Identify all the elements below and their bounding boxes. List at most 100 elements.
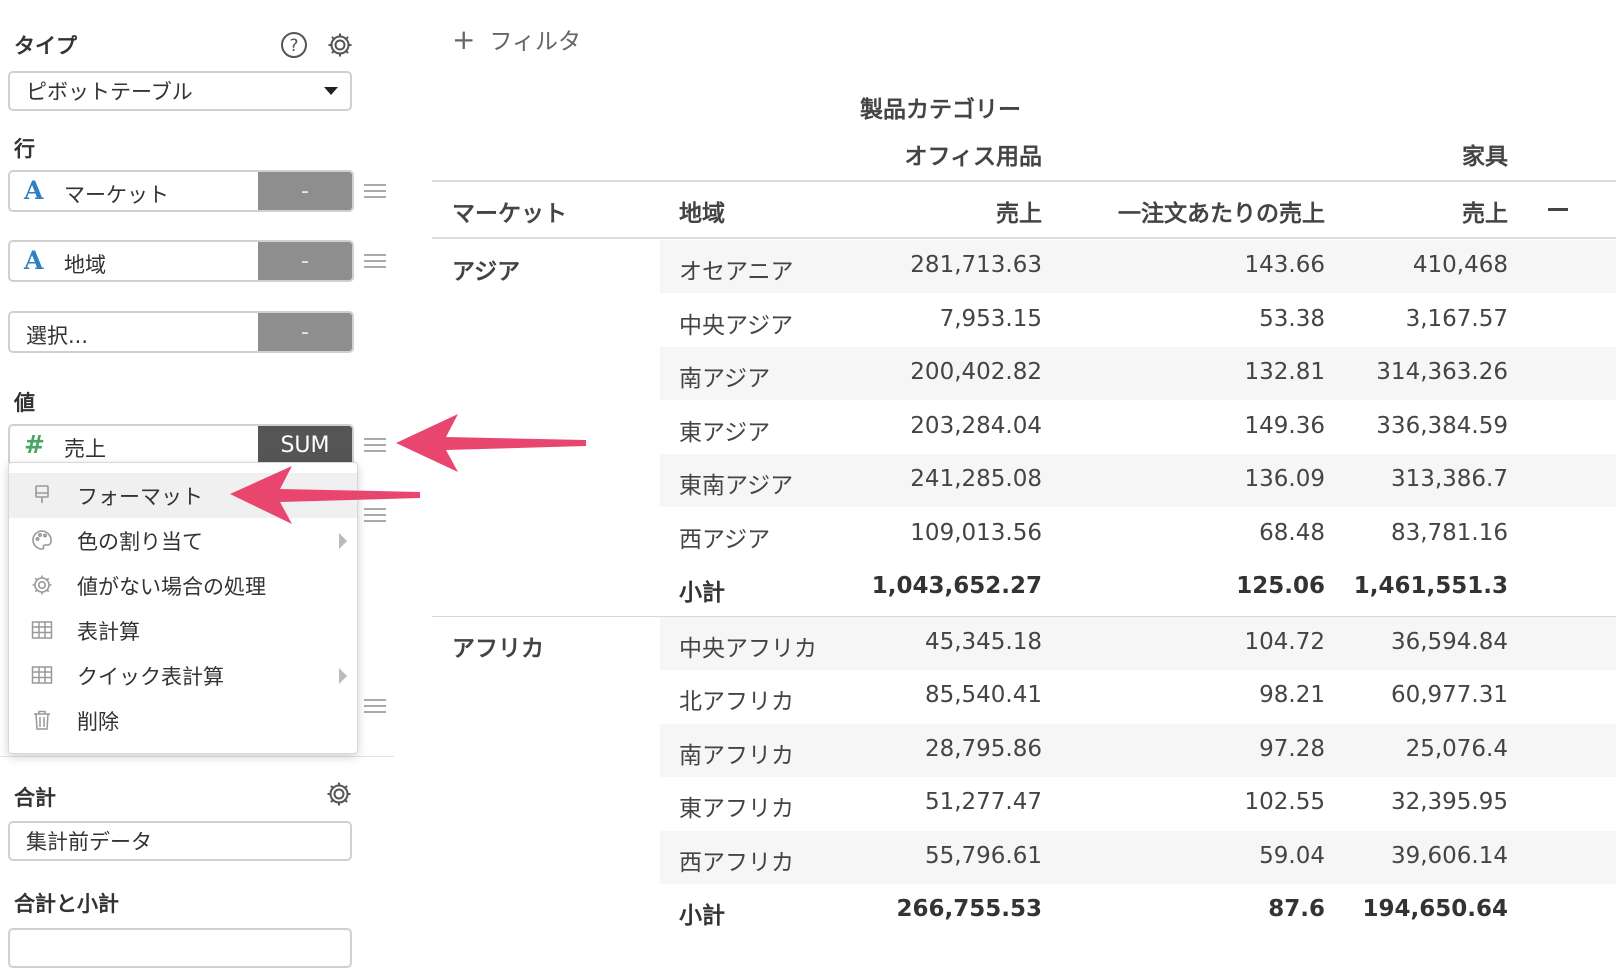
divider [0, 756, 394, 757]
category-header-office: オフィス用品 [904, 144, 1042, 170]
row-field-name: マーケット [64, 183, 169, 207]
value-menu-handle-icon[interactable] [364, 434, 386, 454]
subtotal-cell-sales: 266,755.53 [896, 896, 1042, 922]
filter-label: フィルタ [489, 29, 582, 55]
subtotal-cell-sales: 1,043,652.27 [871, 573, 1042, 599]
table-cell-per-order: 53.38 [1259, 305, 1325, 332]
row-field-region[interactable]: A 地域 - [8, 240, 354, 282]
svg-text:?: ? [289, 36, 298, 56]
submenu-arrow-icon [339, 533, 347, 549]
menu-item-label: 削除 [77, 709, 119, 734]
menu-item-table-calc[interactable]: 表計算 [9, 608, 357, 653]
column-header-sales-per-order: 一注文あたりの売上 [1118, 201, 1325, 227]
table-cell-sales: 203,284.04 [910, 412, 1042, 439]
total-section-label: 合計 [14, 786, 56, 810]
drag-handle-icon[interactable] [364, 504, 386, 524]
chart-type-select[interactable]: ピボットテーブル [8, 71, 352, 111]
subtotal-cell-per-order: 125.06 [1236, 573, 1325, 599]
total-subtotal-select[interactable] [8, 928, 352, 968]
menu-item-label: フォーマット [77, 484, 203, 509]
table-cell-furn-sales: 32,395.95 [1390, 789, 1508, 815]
values-section-label: 値 [14, 391, 35, 415]
table-cell-sales: 55,796.61 [924, 842, 1042, 869]
total-gear-icon[interactable] [324, 779, 354, 809]
category-header-furniture: 家具 [1462, 144, 1508, 170]
table-cell-sales: 51,277.47 [924, 789, 1042, 815]
table-cell-region: オセアニア [679, 259, 794, 285]
annotation-arrow-menu [396, 414, 586, 472]
table-cell-furn-sales: 25,076.4 [1405, 735, 1508, 762]
table-cell-per-order: 97.28 [1259, 735, 1325, 762]
truncated-column-header [1548, 208, 1568, 211]
header-divider [432, 180, 1616, 182]
chevron-down-icon [324, 87, 338, 95]
subtotal-cell-furn-sales: 1,461,551.3 [1353, 573, 1508, 599]
trash-icon [34, 710, 50, 730]
table-cell-per-order: 136.09 [1244, 466, 1325, 492]
column-header-furniture-sales: 売上 [1462, 201, 1508, 227]
menu-item-color-assignment[interactable]: 色の割り当て [9, 518, 357, 563]
row-field-market[interactable]: A マーケット - [8, 170, 354, 212]
drag-handle-icon[interactable] [364, 180, 386, 200]
value-field-sales[interactable]: # 売上 SUM [8, 424, 354, 466]
drag-handle-icon[interactable] [364, 695, 386, 715]
column-header-market: マーケット [452, 201, 567, 227]
table-cell-per-order: 149.36 [1244, 412, 1325, 439]
table-cell-furn-sales: 83,781.16 [1390, 519, 1508, 546]
row-field-agg-button[interactable]: - [258, 242, 352, 280]
table-cell-per-order: 102.55 [1244, 789, 1325, 815]
table-cell-sales: 109,013.56 [910, 519, 1042, 546]
value-field-name: 売上 [64, 437, 106, 461]
menu-item-label: クイック表計算 [77, 664, 224, 689]
menu-item-format[interactable]: フォーマット [9, 473, 357, 518]
table-cell-furn-sales: 3,167.57 [1405, 305, 1508, 332]
total-subtotal-label: 合計と小計 [14, 892, 119, 916]
table-cell-sales: 28,795.86 [924, 735, 1042, 762]
add-filter-button[interactable]: + フィルタ [452, 22, 581, 56]
menu-item-missing-values[interactable]: 値がない場合の処理 [9, 563, 357, 608]
table-cell-region: 中央アジア [679, 312, 794, 339]
total-mode-select[interactable]: 集計前データ [8, 821, 352, 861]
table-cell-region: 西アジア [679, 526, 771, 553]
table-cell-furn-sales: 313,386.7 [1390, 466, 1508, 492]
subtotal-cell-furn-sales: 194,650.64 [1362, 896, 1508, 922]
table-cell-per-order: 98.21 [1259, 682, 1325, 708]
column-header-sales: 売上 [996, 201, 1042, 227]
table-cell-region: 東アフリカ [679, 796, 794, 822]
help-icon[interactable]: ? [279, 30, 309, 60]
table-cell-furn-sales: 39,606.14 [1390, 842, 1508, 869]
row-field-select[interactable]: 選択... - [8, 311, 354, 353]
row-field-agg-button[interactable]: - [258, 313, 352, 351]
table-cell-sales: 85,540.41 [924, 682, 1042, 708]
table-cell-region: 西アフリカ [679, 849, 794, 876]
table-cell-region: 東南アジア [679, 473, 794, 499]
drag-handle-icon[interactable] [364, 250, 386, 270]
table-cell-sales: 7,953.15 [939, 305, 1042, 332]
rows-section-label: 行 [14, 137, 35, 161]
table-cell-furn-sales: 60,977.31 [1390, 682, 1508, 708]
table-icon [31, 666, 53, 684]
gear-icon[interactable] [325, 30, 355, 60]
table-cell-region: 南アジア [679, 366, 771, 392]
table-cell-region: 東アジア [679, 419, 771, 446]
row-field-agg-button[interactable]: - [258, 172, 352, 210]
string-type-icon: A [24, 176, 44, 205]
subtotal-cell-region: 小計 [679, 580, 725, 606]
table-cell-furn-sales: 36,594.84 [1390, 628, 1508, 655]
table-cell-sales: 281,713.63 [910, 252, 1042, 278]
chart-type-value: ピボットテーブル [26, 80, 193, 104]
table-cell-sales: 241,285.08 [910, 466, 1042, 492]
menu-item-quick-table-calc[interactable]: クイック表計算 [9, 653, 357, 698]
gear-icon [32, 575, 52, 595]
subtotal-cell-region: 小計 [679, 903, 725, 929]
group-header: 製品カテゴリー [860, 97, 1021, 123]
subtotal-cell-per-order: 87.6 [1268, 896, 1325, 922]
menu-item-label: 色の割り当て [77, 529, 203, 554]
table-cell-region: 北アフリカ [679, 689, 794, 715]
row-field-placeholder: 選択... [26, 324, 89, 348]
menu-item-delete[interactable]: 削除 [9, 698, 357, 743]
value-field-agg-button[interactable]: SUM [258, 426, 352, 464]
table-cell-region: 中央アフリカ [679, 635, 817, 662]
market-cell: アフリカ [452, 635, 544, 662]
row-field-name: 地域 [64, 253, 106, 277]
